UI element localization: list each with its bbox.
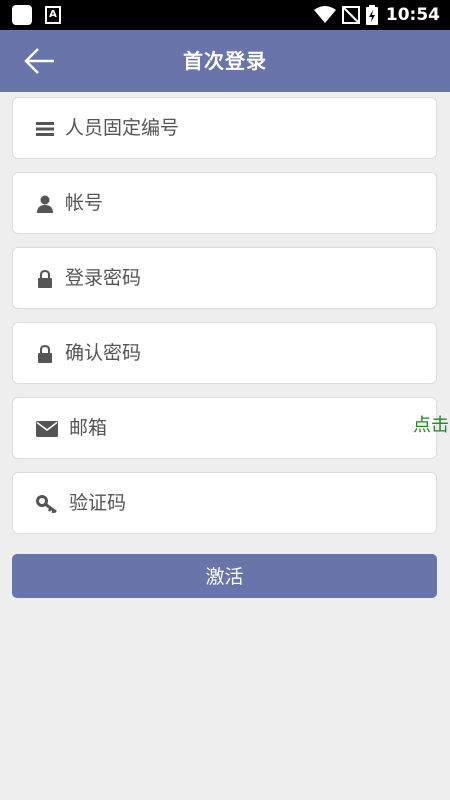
page-title: 首次登录 (183, 49, 267, 73)
notification-app-icon (12, 5, 32, 25)
key-icon (35, 494, 59, 514)
email-field[interactable] (12, 397, 437, 459)
verification-code-field[interactable] (12, 472, 437, 534)
confirm-password-field[interactable] (12, 322, 437, 384)
status-right-group: 10:54 (313, 0, 440, 30)
no-signal-icon (341, 6, 360, 24)
account-field[interactable] (12, 172, 437, 234)
lock-icon (35, 344, 55, 364)
status-bar: A 10:54 (0, 0, 450, 30)
login-password-input[interactable] (65, 248, 424, 308)
list-icon (35, 119, 55, 139)
app-header: 首次登录 (0, 30, 450, 92)
status-time: 10:54 (385, 5, 440, 25)
activate-button[interactable]: 激活 (12, 554, 437, 598)
user-icon (35, 194, 55, 214)
verification-code-input[interactable] (69, 473, 424, 533)
staff-id-field[interactable] (12, 97, 437, 159)
email-input[interactable] (69, 398, 424, 458)
battery-charging-icon (365, 5, 378, 25)
wifi-icon (313, 6, 336, 23)
screen: A 10:54 首次登录 人员固定编号 帐号 邮箱 点击 验证码 激活 (0, 0, 450, 800)
staff-id-input[interactable] (65, 98, 424, 158)
envelope-icon (35, 419, 59, 439)
account-input[interactable] (65, 173, 424, 233)
lock-icon (35, 269, 55, 289)
confirm-password-input[interactable] (65, 323, 424, 383)
send-code-link[interactable]: 点击 (413, 414, 449, 438)
a-letter-icon: A (45, 6, 61, 24)
login-password-field[interactable] (12, 247, 437, 309)
